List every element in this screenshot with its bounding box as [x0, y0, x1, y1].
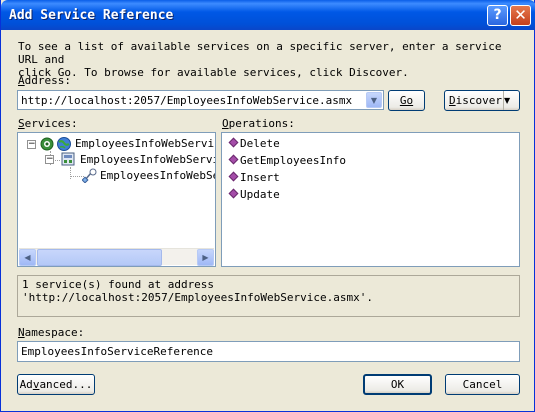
operation-icon [228, 188, 239, 199]
instructions-text: To see a list of available services on a… [18, 40, 523, 79]
collapse-toggle[interactable]: − [27, 140, 36, 149]
scroll-left-icon[interactable]: ◀ [19, 249, 36, 266]
operation-item[interactable]: Insert [228, 171, 280, 184]
help-button[interactable]: ? [487, 5, 508, 26]
status-line-2: 'http://localhost:2057/EmployeesInfoWebS… [22, 291, 373, 304]
address-label: Address: [18, 74, 71, 87]
endpoint-icon [82, 168, 97, 183]
dropdown-arrow-icon[interactable]: ▼ [366, 92, 382, 108]
title-bar: Add Service Reference ? ✕ [1, 0, 535, 30]
web-globe-icon [57, 137, 71, 151]
address-combobox[interactable]: http://localhost:2057/EmployeesInfoWebSe… [17, 90, 384, 110]
help-icon: ? [493, 7, 502, 23]
scroll-right-icon[interactable]: ▶ [197, 249, 214, 266]
go-button[interactable]: Go [388, 90, 425, 111]
cancel-button[interactable]: Cancel [445, 374, 520, 395]
status-box: 1 service(s) found at address 'http://lo… [17, 275, 520, 317]
tree-node-service-class[interactable]: EmployeesInfoWebService [80, 153, 215, 166]
operation-icon [228, 171, 239, 182]
instructions-line-1: To see a list of available services on a… [18, 40, 502, 66]
discover-button[interactable]: Discover ▼ [444, 90, 520, 111]
services-label: Services: [18, 117, 78, 130]
tree-node-endpoint[interactable]: EmployeesInfoWebServ [100, 169, 215, 182]
instructions-line-2: click Go. To browse for available servic… [18, 66, 409, 79]
namespace-input[interactable]: EmployeesInfoServiceReference [17, 341, 520, 362]
operation-icon [228, 154, 239, 165]
scroll-thumb[interactable] [37, 249, 162, 266]
address-value: http://localhost:2057/EmployeesInfoWebSe… [21, 94, 353, 107]
ok-button[interactable]: OK [363, 374, 432, 395]
tree-node-service[interactable]: EmployeesInfoWebService [75, 137, 215, 150]
operation-item[interactable]: Update [228, 188, 280, 201]
collapse-toggle[interactable]: − [45, 155, 54, 164]
dialog-title: Add Service Reference [9, 8, 174, 23]
status-line-1: 1 service(s) found at address [22, 278, 215, 291]
services-tree[interactable]: − EmployeesInfoWebService − EmployeesInf… [17, 132, 216, 267]
operation-item[interactable]: Delete [228, 137, 280, 150]
namespace-value: EmployeesInfoServiceReference [21, 345, 214, 358]
service-icon [61, 152, 75, 166]
namespace-label: Namespace: [18, 326, 85, 339]
operation-icon [228, 137, 239, 148]
add-service-reference-dialog: Add Service Reference ? ✕ To see a list … [0, 0, 535, 412]
discover-dropdown-icon[interactable]: ▼ [503, 91, 519, 110]
close-button[interactable]: ✕ [510, 5, 531, 26]
operations-label: Operations: [222, 117, 295, 130]
operation-item[interactable]: GetEmployeesInfo [228, 154, 346, 167]
close-icon: ✕ [514, 6, 527, 24]
services-horizontal-scrollbar[interactable]: ◀ ▶ [19, 248, 214, 266]
operations-list[interactable]: Delete GetEmployeesInfo Insert Update [221, 132, 520, 267]
advanced-button[interactable]: Advanced... [17, 374, 95, 395]
globe-icon [40, 137, 54, 151]
